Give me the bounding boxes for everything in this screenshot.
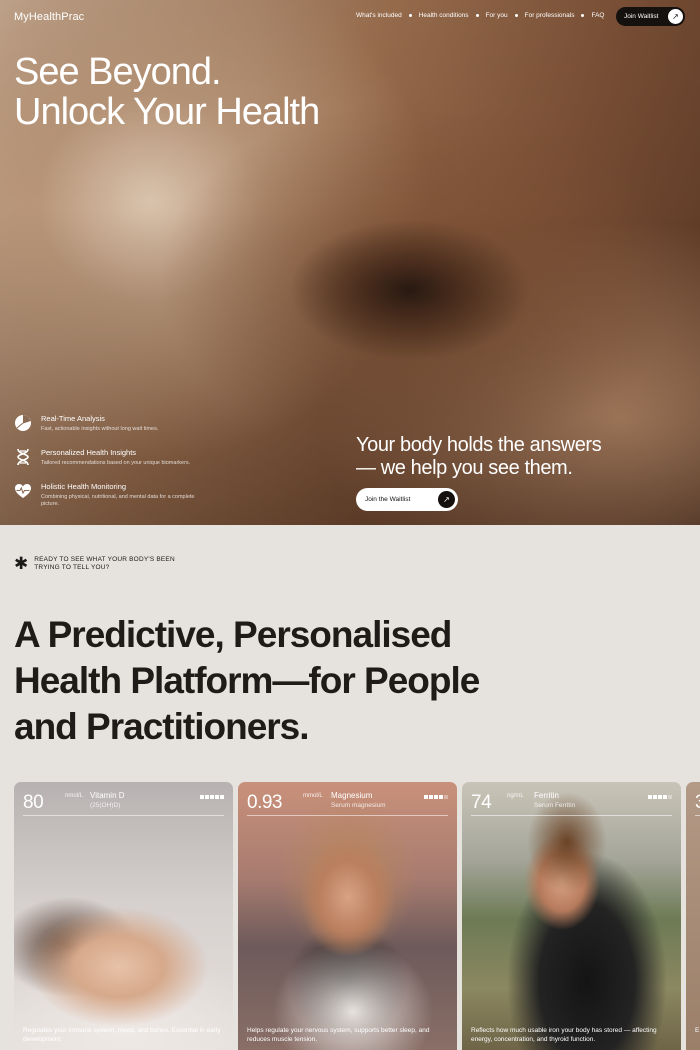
platform-title-line: A Predictive, Personalised [14,614,452,655]
biomarker-unit: nmol/L [65,793,84,799]
biomarker-subtitle: Serum magnesium [331,802,386,809]
section-eyebrow: ✱ READY TO SEE WHAT YOUR BODY'S BEEN TRY… [14,554,184,573]
nav-link-for-you[interactable]: For you [486,12,508,19]
biomarker-name: Vitamin D [90,791,125,800]
feature-list: Real-Time Analysis Fast, actionable insi… [14,414,214,516]
level-indicator [648,795,672,799]
hero-tagline-line: — we help you see them. [356,457,573,479]
feature-description: Combining physical, nutritional, and men… [41,494,195,507]
biomarker-description: Regulates your immune system, mood, and … [23,1027,221,1043]
card-header: 0.93 mmol/L Magnesium Serum magnesium [247,790,448,816]
biomarker-card-partial[interactable]: 3 E [686,782,700,1050]
card-photo [462,782,681,1050]
platform-title-line: Health Platform—for People [14,660,480,701]
join-the-waitlist-label: Join the Waitlist [365,496,411,503]
biomarker-value: 74 [471,792,492,813]
biomarker-card-ferritin[interactable]: 74 ng/mL Ferritin Serum Ferritin Reflect… [462,782,681,1050]
card-photo [686,782,700,1050]
biomarker-value: 80 [23,792,44,813]
biomarker-description: Reflects how much usable iron your body … [471,1027,657,1043]
biomarker-card-magnesium[interactable]: 0.93 mmol/L Magnesium Serum magnesium He… [238,782,457,1050]
join-waitlist-label: Join Waitlist [624,13,659,20]
dna-icon [14,448,32,466]
nav-separator-dot [408,14,412,17]
level-indicator [200,795,224,799]
feature-item: Holistic Health Monitoring Combining phy… [14,482,214,516]
join-the-waitlist-button[interactable]: Join the Waitlist ↗ [356,488,458,511]
pie-chart-icon [14,414,32,432]
hero-headline: See Beyond. Unlock Your Health [14,51,320,133]
feature-title: Holistic Health Monitoring [41,482,127,491]
biomarker-subtitle: (25(OH)D) [90,802,121,809]
feature-title: Real-Time Analysis [41,414,105,423]
hero-section: MyHealthPrac What's included Health cond… [0,0,700,525]
nav-separator-dot [475,14,479,17]
card-header: 74 ng/mL Ferritin Serum Ferritin [471,790,672,816]
top-nav: What's included Health conditions For yo… [356,12,604,19]
card-photo [238,782,457,1050]
biomarker-description: E [695,1027,700,1034]
nav-link-for-professionals[interactable]: For professionals [525,12,575,19]
hero-tagline: Your body holds the answers — we help yo… [356,434,602,480]
feature-description: Fast, actionable insights without long w… [41,426,159,432]
card-header: 80 nmol/L Vitamin D (25(OH)D) [23,790,224,816]
platform-title: A Predictive, Personalised Health Platfo… [14,612,534,750]
biomarker-value: 3 [695,792,700,814]
nav-separator-dot [581,14,585,17]
nav-separator-dot [514,14,518,17]
arrow-up-right-icon: ↗ [438,491,455,508]
feature-description: Tailored recommendations based on your u… [41,460,191,466]
eyebrow-text: READY TO SEE WHAT YOUR BODY'S BEEN TRYIN… [34,556,175,571]
level-indicator [424,795,448,799]
arrow-up-right-icon: ↗ [668,9,683,24]
feature-item: Personalized Health Insights Tailored re… [14,448,214,482]
biomarker-unit: mmol/L [303,793,323,799]
nav-link-health-conditions[interactable]: Health conditions [419,12,469,19]
hero-headline-line: Unlock Your Health [14,91,320,133]
feature-item: Real-Time Analysis Fast, actionable insi… [14,414,214,448]
biomarker-subtitle: Serum Ferritin [534,802,576,809]
biomarker-card-vitamin-d[interactable]: 80 nmol/L Vitamin D (25(OH)D) Regulates … [14,782,233,1050]
biomarker-unit: ng/mL [507,793,524,799]
biomarker-carousel[interactable]: 80 nmol/L Vitamin D (25(OH)D) Regulates … [14,782,700,1050]
hero-headline-line: See Beyond. [14,51,222,93]
biomarker-description: Helps regulate your nervous system, supp… [247,1027,430,1043]
heart-pulse-icon [14,482,32,500]
nav-link-faq[interactable]: FAQ [591,12,604,19]
hero-tagline-line: Your body holds the answers [356,434,602,456]
asterisk-icon: ✱ [14,554,29,573]
biomarker-value: 0.93 [247,792,282,813]
join-waitlist-button[interactable]: Join Waitlist ↗ [616,7,685,26]
biomarker-name: Ferritin [534,791,559,800]
nav-link-whats-included[interactable]: What's included [356,12,402,19]
card-photo [14,782,233,1050]
brand-logo[interactable]: MyHealthPrac [14,11,84,23]
card-header: 3 [695,790,700,816]
biomarker-name: Magnesium [331,791,373,800]
feature-title: Personalized Health Insights [41,448,137,457]
platform-title-line: and Practitioners. [14,706,310,747]
